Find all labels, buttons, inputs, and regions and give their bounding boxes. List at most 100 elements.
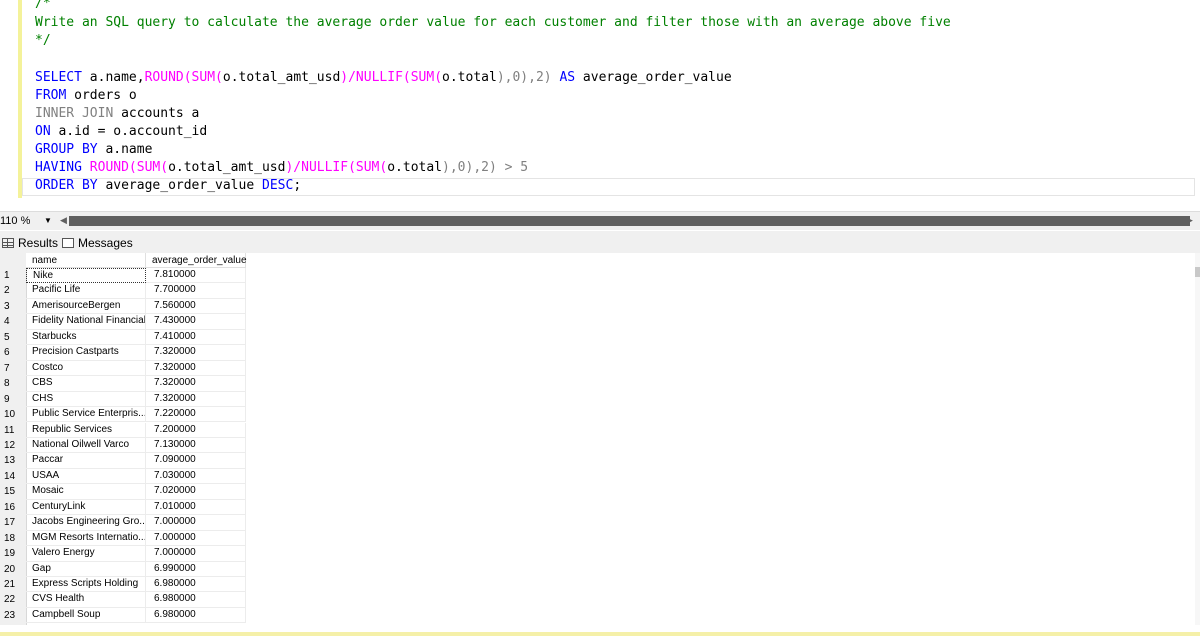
table-row[interactable]: 5 Starbucks 7.410000 bbox=[0, 329, 250, 346]
cell-average-order-value[interactable]: 7.020000 bbox=[146, 484, 246, 500]
cell-name[interactable]: Express Scripts Holding bbox=[26, 577, 146, 593]
cell-average-order-value[interactable]: 7.010000 bbox=[146, 499, 246, 516]
cell-name[interactable]: Nike bbox=[26, 268, 146, 284]
table-row[interactable]: 17 Jacobs Engineering Gro... 7.000000 bbox=[0, 515, 250, 531]
cell-average-order-value[interactable]: 7.220000 bbox=[146, 407, 246, 423]
row-number[interactable]: 4 bbox=[0, 314, 24, 329]
cell-average-order-value[interactable]: 7.560000 bbox=[146, 298, 246, 315]
cell-name[interactable]: Paccar bbox=[26, 453, 146, 469]
row-number[interactable]: 3 bbox=[0, 299, 24, 314]
results-grid[interactable]: name average_order_value 1 Nike 7.810000 2 P… bbox=[0, 253, 1200, 636]
table-row[interactable]: 9 CHS 7.320000 bbox=[0, 391, 250, 408]
cell-average-order-value[interactable]: 6.990000 bbox=[146, 561, 246, 577]
row-number[interactable]: 23 bbox=[0, 608, 24, 623]
cell-average-order-value[interactable]: 7.320000 bbox=[146, 391, 246, 408]
cell-name[interactable]: MGM Resorts Internatio... bbox=[26, 530, 146, 547]
row-number[interactable]: 8 bbox=[0, 376, 24, 391]
cell-name[interactable]: Pacific Life bbox=[26, 283, 146, 299]
cell-name[interactable]: AmerisourceBergen bbox=[26, 298, 146, 315]
tab-messages[interactable]: Messages bbox=[62, 234, 133, 252]
table-row[interactable]: 4 Fidelity National Financial 7.430000 bbox=[0, 314, 250, 330]
scroll-right-icon[interactable]: ▶ bbox=[1186, 215, 1193, 226]
row-number[interactable]: 5 bbox=[0, 330, 24, 345]
cell-average-order-value[interactable]: 7.700000 bbox=[146, 283, 246, 299]
cell-average-order-value[interactable]: 7.030000 bbox=[146, 468, 246, 485]
row-number[interactable]: 1 bbox=[0, 268, 24, 283]
query-editor[interactable]: /* Write an SQL query to calculate the a… bbox=[0, 0, 1200, 208]
row-number[interactable]: 13 bbox=[0, 453, 24, 468]
row-number[interactable]: 14 bbox=[0, 469, 24, 484]
row-number[interactable]: 20 bbox=[0, 562, 24, 577]
table-row[interactable]: 19 Valero Energy 7.000000 bbox=[0, 546, 250, 562]
row-number[interactable]: 19 bbox=[0, 546, 24, 561]
row-number[interactable]: 10 bbox=[0, 407, 24, 422]
vertical-scrollbar-thumb[interactable] bbox=[1195, 267, 1200, 277]
table-row[interactable]: 15 Mosaic 7.020000 bbox=[0, 484, 250, 500]
table-row[interactable]: 6 Precision Castparts 7.320000 bbox=[0, 345, 250, 361]
table-row[interactable]: 10 Public Service Enterpris... 7.220000 bbox=[0, 407, 250, 423]
table-row[interactable]: 23 Campbell Soup 6.980000 bbox=[0, 607, 250, 624]
cell-name[interactable]: Public Service Enterpris... bbox=[26, 407, 146, 423]
cell-name[interactable]: CHS bbox=[26, 391, 146, 408]
cell-average-order-value[interactable]: 7.320000 bbox=[146, 360, 246, 377]
cell-average-order-value[interactable]: 7.000000 bbox=[146, 530, 246, 547]
cell-name[interactable]: USAA bbox=[26, 468, 146, 485]
cell-average-order-value[interactable]: 7.410000 bbox=[146, 329, 246, 346]
cell-name[interactable]: CBS bbox=[26, 376, 146, 392]
cell-average-order-value[interactable]: 6.980000 bbox=[146, 577, 246, 593]
cell-average-order-value[interactable]: 7.430000 bbox=[146, 314, 246, 330]
table-row[interactable]: 14 USAA 7.030000 bbox=[0, 468, 250, 485]
column-header-name[interactable]: name bbox=[26, 253, 146, 268]
tab-results[interactable]: Results bbox=[2, 234, 58, 252]
cell-name[interactable]: Precision Castparts bbox=[26, 345, 146, 361]
vertical-scrollbar[interactable] bbox=[1195, 253, 1200, 625]
cell-name[interactable]: Costco bbox=[26, 360, 146, 377]
table-row[interactable]: 11 Republic Services 7.200000 bbox=[0, 422, 250, 438]
table-row[interactable]: 3 AmerisourceBergen 7.560000 bbox=[0, 298, 250, 315]
row-number[interactable]: 21 bbox=[0, 577, 24, 592]
cell-name[interactable]: Campbell Soup bbox=[26, 607, 146, 624]
row-number[interactable]: 16 bbox=[0, 500, 24, 515]
cell-name[interactable]: National Oilwell Varco bbox=[26, 437, 146, 454]
table-row[interactable]: 12 National Oilwell Varco 7.130000 bbox=[0, 437, 250, 454]
cell-name[interactable]: Valero Energy bbox=[26, 546, 146, 562]
cell-average-order-value[interactable]: 7.130000 bbox=[146, 437, 246, 454]
row-number[interactable]: 6 bbox=[0, 345, 24, 360]
cell-average-order-value[interactable]: 7.090000 bbox=[146, 453, 246, 469]
table-row[interactable]: 7 Costco 7.320000 bbox=[0, 360, 250, 377]
cell-average-order-value[interactable]: 6.980000 bbox=[146, 607, 246, 624]
cell-name[interactable]: Jacobs Engineering Gro... bbox=[26, 515, 146, 531]
row-number[interactable]: 11 bbox=[0, 423, 24, 438]
cell-average-order-value[interactable]: 7.000000 bbox=[146, 546, 246, 562]
row-number[interactable]: 22 bbox=[0, 592, 24, 607]
table-row[interactable]: 8 CBS 7.320000 bbox=[0, 376, 250, 392]
cell-name[interactable]: Starbucks bbox=[26, 329, 146, 346]
table-row[interactable]: 20 Gap 6.990000 bbox=[0, 561, 250, 577]
table-row[interactable]: 2 Pacific Life 7.700000 bbox=[0, 283, 250, 299]
table-row[interactable]: 22 CVS Health 6.980000 bbox=[0, 592, 250, 608]
row-number[interactable]: 2 bbox=[0, 283, 24, 298]
cell-name[interactable]: Gap bbox=[26, 561, 146, 577]
zoom-dropdown[interactable]: 110 % ▼ bbox=[0, 214, 60, 228]
cell-name[interactable]: Fidelity National Financial bbox=[26, 314, 146, 330]
cell-name[interactable]: CenturyLink bbox=[26, 499, 146, 516]
table-row[interactable]: 21 Express Scripts Holding 6.980000 bbox=[0, 577, 250, 593]
cell-average-order-value[interactable]: 7.320000 bbox=[146, 345, 246, 361]
scroll-left-icon[interactable]: ◀ bbox=[60, 215, 67, 226]
row-number[interactable]: 7 bbox=[0, 361, 24, 376]
table-row[interactable]: 13 Paccar 7.090000 bbox=[0, 453, 250, 469]
cell-name[interactable]: Mosaic bbox=[26, 484, 146, 500]
column-header-average-order-value[interactable]: average_order_value bbox=[146, 253, 247, 268]
horizontal-scrollbar-thumb[interactable] bbox=[69, 216, 1190, 226]
cell-average-order-value[interactable]: 7.000000 bbox=[146, 515, 246, 531]
cell-name[interactable]: Republic Services bbox=[26, 422, 146, 438]
cell-name[interactable]: CVS Health bbox=[26, 592, 146, 608]
table-row[interactable]: 16 CenturyLink 7.010000 bbox=[0, 499, 250, 516]
row-number[interactable]: 15 bbox=[0, 484, 24, 499]
row-number[interactable]: 17 bbox=[0, 515, 24, 530]
row-number[interactable]: 9 bbox=[0, 392, 24, 407]
row-number[interactable]: 12 bbox=[0, 438, 24, 453]
table-row[interactable]: 1 Nike 7.810000 bbox=[0, 268, 250, 284]
row-number[interactable]: 18 bbox=[0, 531, 24, 546]
cell-average-order-value[interactable]: 7.320000 bbox=[146, 376, 246, 392]
